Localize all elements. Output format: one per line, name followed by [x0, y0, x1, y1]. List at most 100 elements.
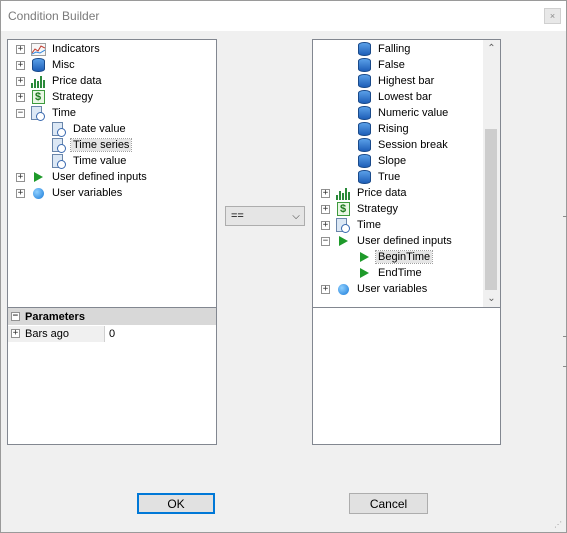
expand-icon[interactable]: + [16, 92, 25, 102]
tree-item-label: EndTime [378, 267, 422, 279]
database-icon [356, 41, 372, 57]
parameters-collapse-icon[interactable]: − [11, 312, 20, 321]
title-bar[interactable]: Condition Builder × [1, 1, 566, 31]
tree-item-label: Lowest bar [378, 91, 432, 103]
scroll-down-arrow-icon[interactable]: ⌄ [483, 290, 500, 307]
tree-item[interactable]: − Time [16, 105, 78, 121]
cancel-button[interactable]: Cancel [349, 493, 428, 514]
database-icon [356, 57, 372, 73]
close-button[interactable]: × [544, 8, 561, 24]
play-icon [356, 265, 372, 281]
database-icon [356, 169, 372, 185]
tree-item[interactable]: Lowest bar [356, 89, 434, 105]
globe-icon [335, 281, 351, 297]
tree-item-label: Price data [52, 75, 102, 87]
bars-ago-value-field[interactable]: 0 [104, 325, 216, 342]
bar-chart-icon [335, 185, 351, 201]
parameter-name: + Bars ago [8, 325, 104, 342]
expand-icon[interactable]: + [16, 44, 25, 54]
tree-item-label: Highest bar [378, 75, 435, 87]
ok-button[interactable]: OK [137, 493, 215, 514]
tree-item[interactable]: + Time [321, 217, 383, 233]
scrollbar-thumb[interactable] [485, 129, 497, 290]
tree-item-label: Time [357, 219, 382, 231]
tree-item-label: Indicators [52, 43, 100, 55]
tree-item[interactable]: Falling [356, 41, 412, 57]
tree-item[interactable]: Numeric value [356, 105, 450, 121]
tree-item[interactable]: Session break [356, 137, 450, 153]
tree-item[interactable]: − User defined inputs [321, 233, 454, 249]
tree-item[interactable]: + User defined inputs [16, 169, 149, 185]
tree-item[interactable]: Highest bar [356, 73, 436, 89]
tree-item[interactable]: Date value [51, 121, 128, 137]
clock-doc-icon [51, 121, 67, 137]
resize-grip-icon[interactable]: ⋰ [554, 520, 564, 530]
chart-lines-icon [30, 41, 46, 57]
database-icon [30, 57, 46, 73]
right-operand-tree[interactable]: Falling False Highest bar Lowest bar Numeric… [312, 39, 501, 308]
condition-builder-window: Condition Builder × + Indicators + Misc + Pri… [0, 0, 567, 533]
dollar-icon: $ [30, 89, 46, 105]
tree-item[interactable]: True [356, 169, 402, 185]
tree-item[interactable]: Slope [356, 153, 408, 169]
tree-item[interactable]: Time series [51, 137, 133, 153]
expand-icon[interactable]: + [16, 76, 25, 86]
chevron-down-icon[interactable]: ⌵ [288, 211, 304, 222]
tree-item[interactable]: EndTime [356, 265, 424, 281]
tree-item-label: Strategy [52, 91, 93, 103]
tree-item[interactable]: Rising [356, 121, 411, 137]
tree-item-label: BeginTime [374, 250, 434, 264]
tree-item[interactable]: BeginTime [356, 249, 434, 265]
tree-item[interactable]: + User variables [16, 185, 124, 201]
scroll-up-arrow-icon[interactable]: ⌃ [483, 40, 500, 57]
tree-item[interactable]: Time value [51, 153, 128, 169]
tree-item[interactable]: False [356, 57, 407, 73]
expand-icon[interactable]: + [16, 172, 25, 182]
play-outline-icon [356, 249, 372, 265]
left-operand-tree[interactable]: + Indicators + Misc + Price data + $ Strategy − Ti… [7, 39, 217, 308]
tree-item-label: User defined inputs [357, 235, 452, 247]
window-title: Condition Builder [8, 9, 100, 23]
operator-select[interactable]: == ⌵ [225, 206, 305, 226]
parameters-header[interactable]: − Parameters [8, 308, 216, 325]
parameter-name-label: Bars ago [25, 327, 70, 340]
database-icon [356, 137, 372, 153]
tree-item[interactable]: + $ Strategy [16, 89, 95, 105]
parameter-row-bars-ago: + Bars ago 0 [8, 325, 216, 342]
tree-item-label: True [378, 171, 401, 183]
expand-icon[interactable]: + [321, 284, 330, 294]
tree-item[interactable]: + Price data [16, 73, 104, 89]
tree-item[interactable]: + Price data [321, 185, 409, 201]
expand-icon[interactable]: + [321, 188, 330, 198]
clock-doc-icon [51, 137, 67, 153]
parameter-expand-icon[interactable]: + [11, 329, 20, 338]
tree-item-label: Price data [357, 187, 407, 199]
globe-icon [30, 185, 46, 201]
clock-doc-icon [30, 105, 46, 121]
expand-icon[interactable]: + [321, 204, 330, 214]
tree-item-label: Date value [73, 123, 126, 135]
tree-item[interactable]: + Misc [16, 57, 77, 73]
collapse-icon[interactable]: − [16, 108, 25, 118]
edge-marker [563, 216, 567, 217]
right-tree-scrollbar[interactable]: ⌃ ⌄ [483, 40, 500, 307]
tree-item-label: Falling [378, 43, 411, 55]
expand-icon[interactable]: + [16, 60, 25, 70]
tree-item[interactable]: + Indicators [16, 41, 102, 57]
right-parameters-panel [312, 308, 501, 445]
dollar-icon: $ [335, 201, 351, 217]
tree-item-label: Time value [73, 155, 127, 167]
expand-icon[interactable]: + [16, 188, 25, 198]
bar-chart-icon [30, 73, 46, 89]
database-icon [356, 121, 372, 137]
tree-item[interactable]: + User variables [321, 281, 429, 297]
tree-item-label: Misc [52, 59, 75, 71]
collapse-icon[interactable]: − [321, 236, 330, 246]
tree-item[interactable]: + $ Strategy [321, 201, 400, 217]
tree-item-label: Session break [378, 139, 448, 151]
expand-icon[interactable]: + [321, 220, 330, 230]
tree-item-label: User defined inputs [52, 171, 147, 183]
tree-item-label: Numeric value [378, 107, 449, 119]
play-icon [30, 169, 46, 185]
tree-item-label: Time series [69, 138, 133, 152]
